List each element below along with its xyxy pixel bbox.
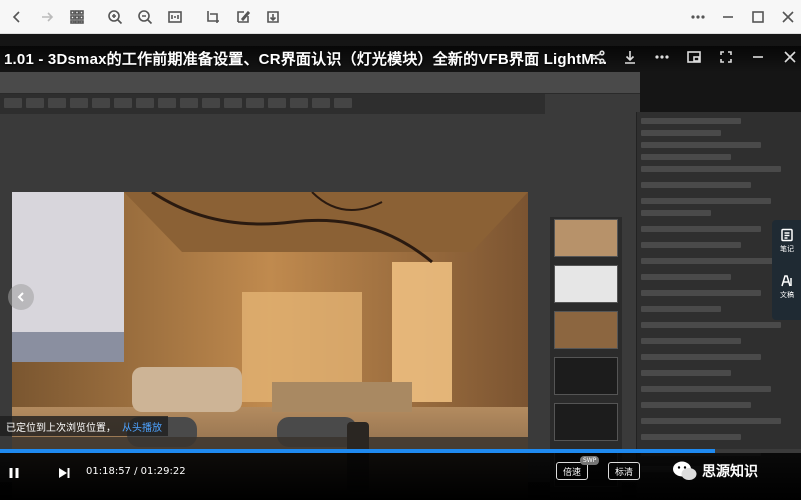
- zoom-in-icon: [108, 9, 123, 24]
- top-toolbar: [0, 0, 801, 34]
- video-minimize-button[interactable]: [747, 46, 769, 68]
- resume-toast: 已定位到上次浏览位置， 从头播放: [0, 416, 168, 436]
- more-button[interactable]: [685, 4, 711, 30]
- grid-icon: [70, 9, 84, 24]
- pip-icon: [687, 51, 701, 63]
- fullscreen-icon: [720, 51, 732, 63]
- maximize-icon: [752, 10, 764, 23]
- resume-toast-text: 已定位到上次浏览位置，: [6, 422, 116, 434]
- forward-button[interactable]: [34, 4, 60, 30]
- duration: 01:29:22: [140, 466, 186, 477]
- video-title: 1.01 - 3Dsmax的工作前期准备设置、CR界面认识（灯光模块）全新的VF…: [4, 51, 608, 68]
- play-from-start-link[interactable]: 从头播放: [122, 419, 162, 434]
- side-tool-panel: 笔记 文稿: [772, 220, 801, 320]
- notes-icon: [781, 228, 793, 242]
- previous-button[interactable]: [8, 284, 34, 310]
- video-close-button[interactable]: [779, 46, 801, 68]
- fullscreen-button[interactable]: [715, 46, 737, 68]
- viewer-window: 1.01 - 3Dsmax的工作前期准备设置、CR界面认识（灯光模块）全新的VF…: [0, 0, 801, 500]
- rotate-button[interactable]: [200, 4, 226, 30]
- ai-transcript-label: 文稿: [780, 291, 794, 299]
- notes-label: 笔记: [780, 245, 794, 253]
- share-icon: [591, 50, 605, 64]
- brand-watermark: 思源知识: [672, 459, 758, 483]
- zoom-out-icon: [138, 9, 153, 24]
- frame-toolbar: [0, 94, 545, 114]
- grid-view-button[interactable]: [64, 4, 90, 30]
- speed-badge: SWP: [580, 456, 600, 465]
- share-button[interactable]: [587, 46, 609, 68]
- download-icon: [625, 51, 635, 64]
- fit-width-button[interactable]: [162, 4, 188, 30]
- more-icon: [655, 55, 669, 59]
- pause-icon: [9, 468, 19, 478]
- history-thumbnail: [554, 403, 618, 441]
- wechat-icon: [673, 461, 697, 480]
- zoom-out-button[interactable]: [132, 4, 158, 30]
- back-icon: [12, 10, 20, 23]
- minimize-button[interactable]: [715, 4, 741, 30]
- next-button[interactable]: [54, 463, 74, 483]
- annotate-button[interactable]: [230, 4, 256, 30]
- skip-next-icon: [59, 468, 70, 478]
- time-display: 01:18:57 / 01:29:22: [86, 466, 186, 477]
- history-thumbnail: [554, 219, 618, 257]
- download-button[interactable]: [260, 4, 286, 30]
- brand-name: 思源知识: [702, 464, 758, 480]
- rotate-icon: [207, 10, 219, 23]
- minimize-icon: [753, 56, 763, 58]
- download-icon: [267, 10, 279, 23]
- frame-window-header: [0, 72, 640, 94]
- notes-button[interactable]: 笔记: [776, 228, 798, 268]
- zoom-in-button[interactable]: [102, 4, 128, 30]
- back-button[interactable]: [4, 4, 30, 30]
- player-controls: 01:18:57 / 01:29:22 倍速 SWP 标清 字幕 思源知识: [0, 453, 801, 500]
- video-download-button[interactable]: [619, 46, 641, 68]
- forward-icon: [42, 11, 54, 22]
- close-button[interactable]: [775, 4, 801, 30]
- annotate-icon: [237, 10, 251, 23]
- chevron-left-icon: [17, 292, 24, 302]
- current-time: 01:18:57: [86, 466, 131, 477]
- pip-button[interactable]: [683, 46, 705, 68]
- video-more-button[interactable]: [651, 46, 673, 68]
- close-icon: [782, 10, 794, 23]
- more-icon: [691, 14, 705, 19]
- minimize-icon: [723, 15, 733, 18]
- close-icon: [784, 51, 796, 63]
- history-thumbnail: [554, 357, 618, 395]
- history-thumbnail: [554, 311, 618, 349]
- video-player[interactable]: 1.01 - 3Dsmax的工作前期准备设置、CR界面认识（灯光模块）全新的VF…: [0, 34, 801, 500]
- pause-button[interactable]: [4, 463, 24, 483]
- time-separator: /: [134, 466, 138, 477]
- ai-transcript-button[interactable]: 文稿: [776, 274, 798, 314]
- history-thumbnail: [554, 265, 618, 303]
- video-title-actions: [587, 46, 801, 68]
- ai-document-icon: [781, 275, 792, 287]
- maximize-button[interactable]: [745, 4, 771, 30]
- fit-width-icon: [168, 10, 182, 23]
- quality-button[interactable]: 标清: [608, 462, 641, 480]
